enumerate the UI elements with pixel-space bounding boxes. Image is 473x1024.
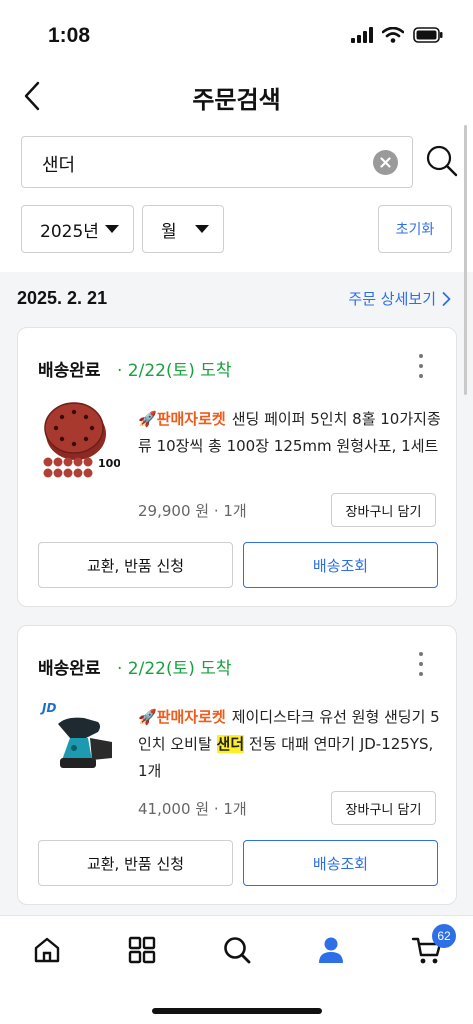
- seller-rocket-badge: 🚀판매자로켓: [138, 410, 226, 428]
- thumb-logo: JD: [40, 701, 56, 715]
- exchange-return-button[interactable]: 교환, 반품 신청: [38, 542, 233, 588]
- more-options-icon[interactable]: [416, 354, 426, 378]
- order-card: 배송완료 · 2/22(토) 도착 JD 🚀판매자로켓 제이디스타크 유선 원형 …: [17, 625, 457, 905]
- price-quantity: 29,900 원 · 1개: [138, 502, 247, 520]
- signal-icon: [351, 27, 373, 43]
- order-card: 배송완료 · 2/22(토) 도착 100장: [17, 327, 457, 607]
- battery-icon: [413, 27, 443, 43]
- category-icon[interactable]: [122, 932, 162, 968]
- track-delivery-button[interactable]: 배송조회: [243, 840, 438, 886]
- clear-icon[interactable]: [373, 150, 398, 175]
- order-detail-label: 주문 상세보기: [348, 290, 436, 308]
- reset-button[interactable]: 초기화: [378, 205, 452, 253]
- caret-down-icon: [105, 225, 119, 233]
- my-coupang-icon[interactable]: [311, 932, 351, 968]
- order-date: 2025. 2. 21: [17, 288, 108, 308]
- product-thumbnail[interactable]: JD: [40, 698, 120, 786]
- order-detail-link[interactable]: 주문 상세보기: [348, 288, 451, 309]
- wifi-icon: [382, 27, 404, 43]
- year-select[interactable]: 2025년: [21, 205, 134, 253]
- header: 주문검색: [0, 70, 473, 122]
- page-title: 주문검색: [192, 86, 281, 114]
- track-delivery-button[interactable]: 배송조회: [243, 542, 438, 588]
- exchange-return-button[interactable]: 교환, 반품 신청: [38, 840, 233, 886]
- scrollbar[interactable]: [464, 125, 467, 395]
- search-icon[interactable]: [425, 144, 459, 178]
- status-icons: [351, 27, 443, 43]
- rocket-icon: 🚀: [138, 708, 157, 726]
- order-date-row: 2025. 2. 21 주문 상세보기: [0, 272, 473, 326]
- rocket-icon: 🚀: [138, 410, 157, 428]
- month-select[interactable]: 월: [142, 205, 224, 253]
- thumb-label: 100장: [98, 456, 120, 470]
- arrival-date: · 2/22(토) 도착: [117, 659, 232, 679]
- seller-rocket-badge: 🚀판매자로켓: [138, 708, 226, 726]
- chevron-right-icon: [442, 291, 451, 306]
- status-bar: 1:08: [0, 0, 473, 70]
- month-select-value: 월: [161, 221, 177, 242]
- search-highlight: 샌더: [216, 735, 245, 753]
- arrival-date: · 2/22(토) 도착: [117, 361, 232, 381]
- delivery-status: 배송완료: [38, 659, 101, 679]
- more-options-icon[interactable]: [416, 652, 426, 676]
- price-quantity: 41,000 원 · 1개: [138, 800, 247, 818]
- add-to-cart-button[interactable]: 장바구니 담기: [331, 791, 436, 825]
- product-name[interactable]: 🚀판매자로켓 제이디스타크 유선 원형 샌딩기 5인치 오비탈 샌더 전동 대패 …: [138, 704, 443, 785]
- home-icon[interactable]: [27, 932, 67, 968]
- delivery-status: 배송완료: [38, 361, 101, 381]
- cart-count-badge: 62: [432, 924, 456, 948]
- search-icon[interactable]: [217, 932, 257, 968]
- search-input[interactable]: 샌더: [21, 136, 413, 188]
- search-query[interactable]: 샌더: [42, 151, 75, 177]
- home-indicator: [152, 1008, 322, 1014]
- search-area: 샌더 2025년 월 초기화: [0, 122, 473, 272]
- product-thumbnail[interactable]: 100장: [40, 400, 131, 488]
- seller-badge-label: 판매자로켓: [156, 708, 226, 726]
- year-select-value: 2025년: [40, 221, 99, 242]
- caret-down-icon: [195, 225, 209, 233]
- product-name[interactable]: 🚀판매자로켓 샌딩 페이퍼 5인치 8홀 10가지종류 10장씩 총 100장 1…: [138, 406, 443, 460]
- status-time: 1:08: [48, 24, 91, 47]
- seller-badge-label: 판매자로켓: [156, 410, 226, 428]
- add-to-cart-button[interactable]: 장바구니 담기: [331, 493, 436, 527]
